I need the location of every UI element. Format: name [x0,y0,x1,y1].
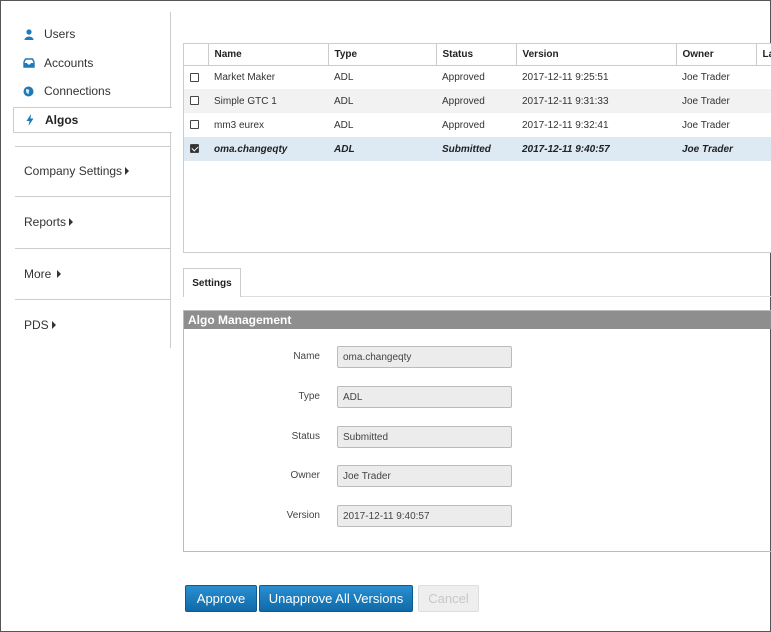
cell-name: Market Maker [214,71,276,83]
nav-group-pds[interactable]: PDS [24,318,56,332]
tab-divider [241,296,771,297]
row-checkbox[interactable] [190,96,199,106]
divider [15,196,171,197]
cell-type: ADL [328,137,436,161]
table-row[interactable]: Simple GTC 1 ADL Approved 2017-12-11 9:3… [184,89,771,113]
row-checkbox[interactable] [190,72,199,82]
sidebar-item-label: Connections [44,84,111,98]
sidebar-item-algos[interactable]: Algos [13,107,172,133]
nav-group-more[interactable]: More [24,267,62,281]
algo-management-panel: Algo Management Name oma.changeqty Type … [183,310,771,552]
column-header-type[interactable]: Type [328,44,437,66]
cell-name: oma.changeqty [208,137,328,161]
approve-button[interactable]: Approve [185,585,257,612]
caret-right-icon [125,167,130,175]
cell-status: Approved [442,71,485,83]
cell-version: 2017-12-11 9:32:41 [522,119,609,131]
cell-status: Approved [436,89,516,113]
cell-owner: Joe Trader [682,71,730,83]
sidebar-item-label: Algos [45,113,79,127]
caret-right-icon [57,270,62,278]
status-label: Status [291,431,320,442]
table-row[interactable]: mm3 eurex ADL Approved 2017-12-11 9:32:4… [184,113,771,137]
caret-right-icon [51,321,56,329]
panel-title: Algo Management [184,311,771,329]
cell-owner: Joe Trader [676,137,756,161]
cell-status: Submitted [436,137,516,161]
name-field[interactable]: oma.changeqty [337,346,512,368]
cell-type: ADL [334,119,354,131]
nav-group-label: Reports [24,215,67,229]
row-checkbox[interactable] [190,120,199,130]
type-label: Type [298,391,320,402]
table-row-selected[interactable]: oma.changeqty ADL Submitted 2017-12-11 9… [184,137,771,161]
user-icon [13,28,44,40]
inbox-icon [13,58,44,68]
table-row[interactable]: Market Maker ADL Approved 2017-12-11 9:2… [184,65,771,89]
cell-version: 2017-12-11 9:31:33 [516,89,676,113]
cell-version: 2017-12-11 9:40:57 [516,137,676,161]
cell-name: Simple GTC 1 [208,89,328,113]
name-label: Name [293,351,320,362]
tab-settings[interactable]: Settings [183,268,241,297]
divider [15,248,171,249]
sidebar-item-accounts[interactable]: Accounts [13,50,171,76]
column-header-select[interactable] [184,44,209,66]
globe-icon [13,86,44,97]
nav-group-company-settings[interactable]: Company Settings [24,164,130,178]
sidebar-item-users[interactable]: Users [13,21,171,47]
nav-group-label: More [24,267,52,281]
caret-right-icon [69,218,74,226]
sidebar: Users Accounts Connections Algos Company… [13,12,172,348]
version-label: Version [286,510,320,521]
sidebar-item-connections[interactable]: Connections [13,78,171,104]
cell-type: ADL [328,89,436,113]
cell-status: Approved [442,119,485,131]
cell-owner: Joe Trader [682,119,730,131]
divider [15,299,171,300]
algo-table: Name Type Status Version Owner La Market… [183,43,771,253]
type-field[interactable]: ADL [337,386,512,408]
column-header-name[interactable]: Name [208,44,329,66]
owner-field[interactable]: Joe Trader [337,465,512,487]
sidebar-item-label: Users [44,27,76,41]
cell-name: mm3 eurex [214,119,265,131]
nav-group-label: Company Settings [24,164,123,178]
cell-version: 2017-12-11 9:25:51 [522,71,609,83]
status-field[interactable]: Submitted [337,426,512,448]
cell-type: ADL [334,71,354,83]
nav-group-label: PDS [24,318,49,332]
sidebar-item-label: Accounts [44,56,94,70]
column-header-status[interactable]: Status [436,44,517,66]
column-header-version[interactable]: Version [516,44,677,66]
nav-group-reports[interactable]: Reports [24,215,74,229]
cell-owner: Joe Trader [676,89,756,113]
cancel-button[interactable]: Cancel [418,585,479,612]
bolt-icon [14,114,45,126]
row-checkbox-checked[interactable] [190,144,199,154]
table-header-row: Name Type Status Version Owner La [184,44,771,66]
column-header-owner[interactable]: Owner [676,44,757,66]
column-header-last[interactable]: La [756,44,771,66]
version-field[interactable]: 2017-12-11 9:40:57 [337,505,512,527]
owner-label: Owner [290,470,320,481]
unapprove-all-versions-button[interactable]: Unapprove All Versions [259,585,413,612]
divider [15,146,171,147]
